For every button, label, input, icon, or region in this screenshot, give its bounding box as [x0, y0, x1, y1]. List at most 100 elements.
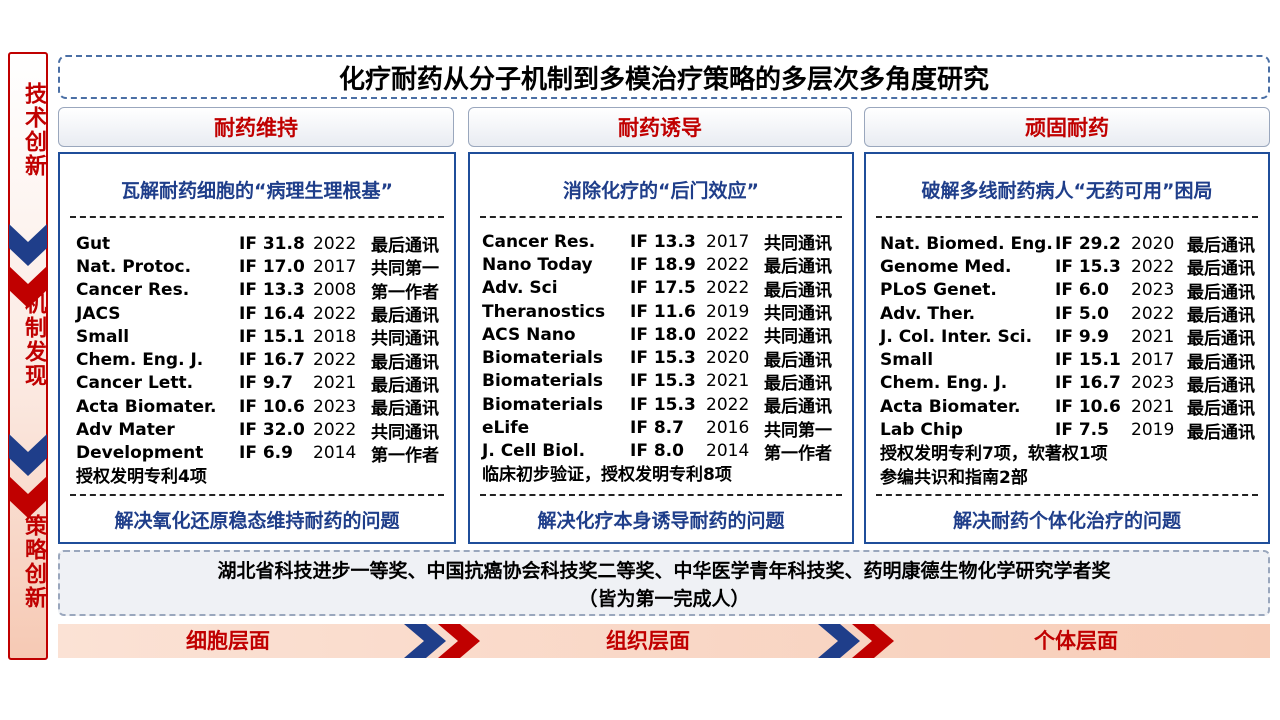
author-role: 共同通讯 — [371, 422, 439, 443]
divider — [480, 494, 842, 496]
impact-factor: IF 15.1 — [1055, 350, 1121, 371]
year: 2023 — [1131, 373, 1175, 394]
author-role: 最后通讯 — [764, 373, 832, 394]
author-role: 最后通讯 — [1187, 422, 1255, 443]
journal-name: Chem. Eng. J. — [76, 350, 204, 371]
year: 2020 — [706, 348, 750, 369]
year: 2023 — [313, 396, 357, 417]
panel-footer: 解决耐药个体化治疗的问题 — [952, 510, 1181, 532]
table-row: Cancer Res. IF 13.3 2008 第一作者 — [76, 279, 448, 303]
author-role: 最后通讯 — [1187, 282, 1255, 303]
author-role: 最后通讯 — [371, 352, 439, 373]
publication-list: Nat. Biomed. Eng. IF 29.2 2020 最后通讯 Genome … — [880, 232, 1262, 490]
impact-factor: IF 18.9 — [630, 254, 696, 275]
year: 2021 — [706, 371, 750, 392]
year: 2021 — [1131, 326, 1175, 347]
table-row: Biomaterials IF 15.3 2021 最后通讯 — [482, 370, 846, 394]
journal-name: eLife — [482, 418, 530, 439]
impact-factor: IF 7.5 — [1055, 420, 1109, 441]
patent-note: 授权发明专利7项，软著权1项 — [880, 443, 1108, 464]
year: 2017 — [313, 256, 357, 277]
author-role: 最后通讯 — [1187, 329, 1255, 350]
year: 2014 — [313, 443, 357, 464]
impact-factor: IF 17.5 — [630, 278, 696, 299]
journal-name: Acta Biomater. — [880, 396, 1021, 417]
author-role: 共同第一 — [371, 259, 439, 280]
author-role: 共同通讯 — [764, 327, 832, 348]
year: 2022 — [313, 420, 357, 441]
guideline-note: 参编共识和指南2部 — [880, 467, 1028, 488]
author-role: 最后通讯 — [764, 280, 832, 301]
journal-name: Genome Med. — [880, 256, 1012, 277]
table-row: Acta Biomater. IF 10.6 2023 最后通讯 — [76, 395, 448, 420]
author-role: 最后通讯 — [1187, 375, 1255, 396]
impact-factor: IF 5.0 — [1055, 303, 1109, 324]
page-title-box: 化疗耐药从分子机制到多模治疗策略的多层次多角度研究 — [58, 55, 1270, 99]
journal-name: Gut — [76, 233, 111, 254]
journal-name: Biomaterials — [482, 371, 603, 392]
divider — [70, 494, 444, 496]
table-row: Theranostics IF 11.6 2019 共同通讯 — [482, 300, 846, 325]
panel-title: 瓦解耐药细胞的“病理生理根基” — [121, 180, 393, 202]
impact-factor: IF 15.3 — [630, 371, 696, 392]
divider — [70, 216, 444, 218]
year: 2020 — [1131, 233, 1175, 254]
panel-maintenance: 瓦解耐药细胞的“病理生理根基” Gut IF 31.8 2022 最后通讯 Nat. … — [58, 152, 456, 544]
year: 2022 — [706, 324, 750, 345]
impact-factor: IF 29.2 — [1055, 233, 1121, 254]
table-row: Chem. Eng. J. IF 16.7 2023 最后通讯 — [880, 372, 1262, 396]
journal-name: J. Col. Inter. Sci. — [880, 326, 1033, 347]
journal-name: Nat. Biomed. Eng. — [880, 233, 1053, 254]
table-row: Adv Mater IF 32.0 2022 共同通讯 — [76, 418, 448, 443]
year: 2018 — [313, 326, 357, 347]
author-role: 共同第一 — [764, 420, 832, 441]
impact-factor: IF 6.9 — [239, 443, 293, 464]
year: 2022 — [313, 233, 357, 254]
journal-name: J. Cell Biol. — [482, 441, 586, 462]
table-row: Chem. Eng. J. IF 16.7 2022 最后通讯 — [76, 348, 448, 373]
year: 2022 — [1131, 256, 1175, 277]
table-row: Genome Med. IF 15.3 2022 最后通讯 — [880, 255, 1262, 280]
journal-name: Lab Chip — [880, 420, 963, 441]
year: 2008 — [313, 280, 357, 301]
impact-factor: IF 9.9 — [1055, 326, 1109, 347]
impact-factor: IF 15.3 — [1055, 256, 1121, 277]
chevron-down-icon — [9, 434, 47, 518]
table-row: ACS Nano IF 18.0 2022 共同通讯 — [482, 323, 846, 348]
author-role: 共同通讯 — [764, 304, 832, 325]
journal-name: Nat. Protoc. — [76, 256, 192, 277]
double-chevron-right-icon — [404, 624, 480, 658]
journal-name: Cancer Res. — [482, 231, 596, 252]
impact-factor: IF 16.7 — [1055, 373, 1121, 394]
author-role: 最后通讯 — [764, 397, 832, 418]
year: 2014 — [706, 441, 750, 462]
journal-name: Small — [880, 350, 934, 371]
journal-name: Small — [76, 326, 130, 347]
journal-name: Biomaterials — [482, 348, 603, 369]
panel-refractory: 破解多线耐药病人“无药可用”困局 Nat. Biomed. Eng. IF 29.… — [864, 152, 1270, 544]
author-role: 最后通讯 — [371, 375, 439, 396]
patent-note: 授权发明专利4项 — [76, 466, 207, 487]
panel-title: 消除化疗的“后门效应” — [563, 180, 759, 202]
clinical-note: 临床初步验证，授权发明专利8项 — [482, 464, 732, 485]
divider — [480, 216, 842, 218]
journal-name: Biomaterials — [482, 394, 603, 415]
impact-factor: IF 10.6 — [239, 396, 305, 417]
author-role: 共同通讯 — [371, 329, 439, 350]
year: 2021 — [313, 373, 357, 394]
sidebar-label-strategy: 策略创新 — [21, 514, 46, 610]
sidebar-label-tech-innovation: 技术创新 — [21, 82, 46, 178]
impact-factor: IF 11.6 — [630, 301, 696, 322]
table-row: Adv. Sci IF 17.5 2022 最后通讯 — [482, 277, 846, 301]
table-row: Small IF 15.1 2017 最后通讯 — [880, 348, 1262, 373]
category-header-induction: 耐药诱导 — [468, 107, 852, 147]
journal-name: ACS Nano — [482, 324, 576, 345]
author-role: 最后通讯 — [371, 399, 439, 420]
impact-factor: IF 31.8 — [239, 233, 305, 254]
table-row: Biomaterials IF 15.3 2020 最后通讯 — [482, 346, 846, 371]
year: 2017 — [1131, 350, 1175, 371]
impact-factor: IF 15.3 — [630, 348, 696, 369]
impact-factor: IF 10.6 — [1055, 396, 1121, 417]
year: 2022 — [706, 394, 750, 415]
impact-factor: IF 9.7 — [239, 373, 293, 394]
